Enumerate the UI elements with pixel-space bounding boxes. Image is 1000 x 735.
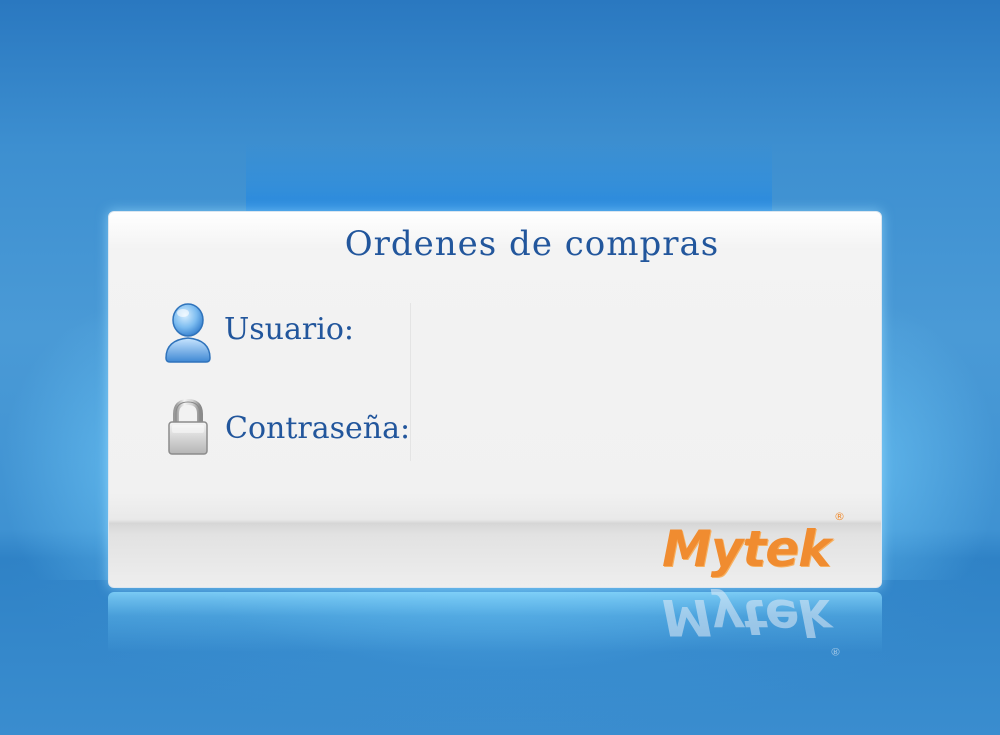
logo-reflection: Mytek [662, 588, 831, 646]
mytek-logo: Mytek [662, 520, 831, 578]
user-icon [160, 300, 216, 364]
registered-mark: ® [834, 510, 845, 523]
registered-mark-reflection: ® [830, 645, 841, 658]
lock-icon [160, 396, 216, 458]
label-divider [410, 303, 412, 461]
panel-top-tab [246, 140, 772, 215]
username-label: Usuario: [224, 312, 354, 347]
password-label: Contraseña: [225, 411, 411, 446]
page-title: Ordenes de compras [344, 224, 720, 264]
password-field[interactable] [418, 410, 858, 450]
username-field[interactable] [418, 310, 858, 350]
